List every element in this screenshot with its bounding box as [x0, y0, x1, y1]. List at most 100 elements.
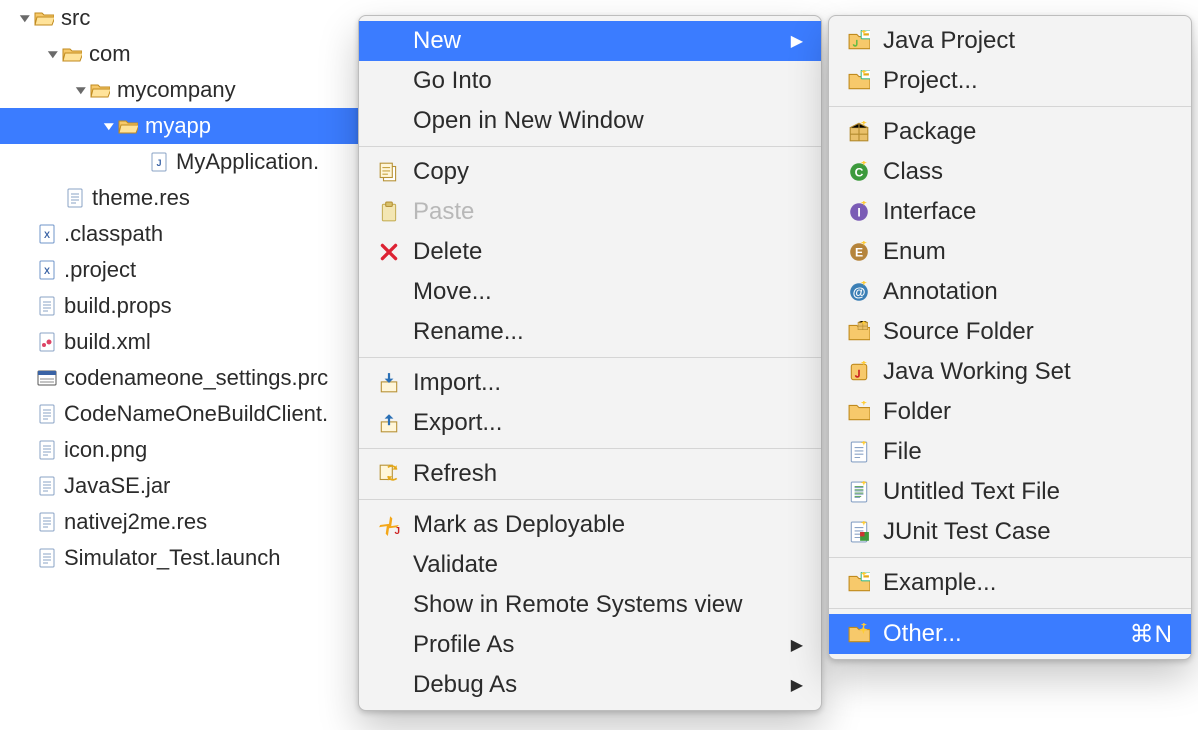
- copy-icon: [375, 160, 403, 184]
- disclosure-triangle[interactable]: [104, 123, 114, 130]
- menu-item-move[interactable]: Move...: [359, 272, 821, 312]
- menu-item-export[interactable]: Export...: [359, 403, 821, 443]
- tree-item-label: Simulator_Test.launch: [64, 545, 286, 571]
- menu-item-annotation[interactable]: Annotation: [829, 272, 1191, 312]
- wizard-icon: [845, 622, 873, 646]
- menu-item-paste: Paste: [359, 192, 821, 232]
- tree-item-label: .project: [64, 257, 142, 283]
- text-file-icon: [845, 480, 873, 504]
- tree-item-build-xml[interactable]: build.xml: [0, 324, 360, 360]
- menu-item-untitled-text-file[interactable]: Untitled Text File: [829, 472, 1191, 512]
- menu-item-label: Paste: [413, 198, 803, 226]
- tree-item-simulator-test-launch[interactable]: Simulator_Test.launch: [0, 540, 360, 576]
- submenu-arrow-icon: ▶: [791, 31, 803, 51]
- menu-item-delete[interactable]: Delete: [359, 232, 821, 272]
- annotation-icon: [845, 280, 873, 304]
- working-set-icon: [845, 360, 873, 384]
- menu-item-label: Enum: [883, 238, 1173, 266]
- menu-item-mark-as-deployable[interactable]: Mark as Deployable: [359, 505, 821, 545]
- menu-item-java-project[interactable]: Java Project: [829, 21, 1191, 61]
- menu-item-label: New: [413, 27, 765, 55]
- menu-item-go-into[interactable]: Go Into: [359, 61, 821, 101]
- tree-item-javase-jar[interactable]: JavaSE.jar: [0, 468, 360, 504]
- disclosure-triangle[interactable]: [20, 15, 30, 22]
- tree-item-project[interactable]: .project: [0, 252, 360, 288]
- tree-item-icon-png[interactable]: icon.png: [0, 432, 360, 468]
- menu-separator: [359, 499, 821, 500]
- delete-icon: [375, 240, 403, 264]
- menu-item-file[interactable]: File: [829, 432, 1191, 472]
- tree-item-label: icon.png: [64, 437, 153, 463]
- menu-item-label: Export...: [413, 409, 803, 437]
- disclosure-triangle[interactable]: [76, 87, 86, 94]
- menu-item-class[interactable]: Class: [829, 152, 1191, 192]
- menu-item-label: Move...: [413, 278, 803, 306]
- menu-item-java-working-set[interactable]: Java Working Set: [829, 352, 1191, 392]
- menu-item-label: Delete: [413, 238, 803, 266]
- menu-item-show-in-remote-systems-view[interactable]: Show in Remote Systems view: [359, 585, 821, 625]
- deploy-icon: [375, 513, 403, 537]
- menu-item-label: File: [883, 438, 1173, 466]
- tree-item-label: myapp: [145, 113, 217, 139]
- package-new-icon: [845, 120, 873, 144]
- menu-item-project[interactable]: Project...: [829, 61, 1191, 101]
- menu-item-label: Untitled Text File: [883, 478, 1173, 506]
- file-icon: [64, 189, 86, 207]
- menu-item-label: Example...: [883, 569, 1173, 597]
- menu-item-junit-test-case[interactable]: JUnit Test Case: [829, 512, 1191, 552]
- submenu-arrow-icon: ▶: [791, 675, 803, 695]
- import-icon: [375, 371, 403, 395]
- tree-item-src[interactable]: src: [0, 0, 360, 36]
- tree-item-codenameone-settings-prc[interactable]: codenameone_settings.prc: [0, 360, 360, 396]
- menu-item-package[interactable]: Package: [829, 112, 1191, 152]
- tree-item-mycompany[interactable]: mycompany: [0, 72, 360, 108]
- menu-item-label: Project...: [883, 67, 1173, 95]
- menu-item-profile-as[interactable]: Profile As▶: [359, 625, 821, 665]
- menu-item-source-folder[interactable]: Source Folder: [829, 312, 1191, 352]
- ant-file-icon: [36, 333, 58, 351]
- menu-item-other[interactable]: Other...⌘N: [829, 614, 1191, 654]
- menu-item-folder[interactable]: Folder: [829, 392, 1191, 432]
- xml-file-icon: [36, 225, 58, 243]
- tree-item-com[interactable]: com: [0, 36, 360, 72]
- disclosure-triangle[interactable]: [48, 51, 58, 58]
- java-file-icon: [148, 153, 170, 171]
- tree-item-theme-res[interactable]: theme.res: [0, 180, 360, 216]
- menu-item-refresh[interactable]: Refresh: [359, 454, 821, 494]
- menu-item-enum[interactable]: Enum: [829, 232, 1191, 272]
- tree-item-label: nativej2me.res: [64, 509, 213, 535]
- class-icon: [845, 160, 873, 184]
- package-icon: [89, 81, 111, 99]
- package-explorer-tree[interactable]: src com mycompany myapp MyApplication.theme.…: [0, 0, 360, 576]
- menu-item-label: Profile As: [413, 631, 765, 659]
- tree-item-myapplication[interactable]: MyApplication.: [0, 144, 360, 180]
- menu-separator: [829, 106, 1191, 107]
- menu-item-new[interactable]: New ▶: [359, 21, 821, 61]
- tree-item-nativej2me-res[interactable]: nativej2me.res: [0, 504, 360, 540]
- tree-item-label: com: [89, 41, 137, 67]
- menu-item-open-in-new-window[interactable]: Open in New Window: [359, 101, 821, 141]
- menu-item-label: Java Project: [883, 27, 1173, 55]
- menu-item-rename[interactable]: Rename...: [359, 312, 821, 352]
- paste-icon: [375, 200, 403, 224]
- menu-item-example[interactable]: Example...: [829, 563, 1191, 603]
- menu-item-debug-as[interactable]: Debug As▶: [359, 665, 821, 705]
- tree-item-label: JavaSE.jar: [64, 473, 176, 499]
- menu-separator: [829, 557, 1191, 558]
- menu-item-copy[interactable]: Copy: [359, 152, 821, 192]
- menu-item-label: Source Folder: [883, 318, 1173, 346]
- menu-item-validate[interactable]: Validate: [359, 545, 821, 585]
- tree-item-myapp[interactable]: myapp: [0, 108, 360, 144]
- interface-icon: [845, 200, 873, 224]
- tree-item-label: CodeNameOneBuildClient.: [64, 401, 334, 427]
- menu-accelerator: ⌘N: [1130, 620, 1173, 649]
- tree-item-codenameonebuildclient[interactable]: CodeNameOneBuildClient.: [0, 396, 360, 432]
- tree-item-classpath[interactable]: .classpath: [0, 216, 360, 252]
- file-icon: [36, 441, 58, 459]
- project-icon: [845, 571, 873, 595]
- junit-icon: [845, 520, 873, 544]
- folder-icon: [845, 400, 873, 424]
- menu-item-import[interactable]: Import...: [359, 363, 821, 403]
- menu-item-interface[interactable]: Interface: [829, 192, 1191, 232]
- tree-item-build-props[interactable]: build.props: [0, 288, 360, 324]
